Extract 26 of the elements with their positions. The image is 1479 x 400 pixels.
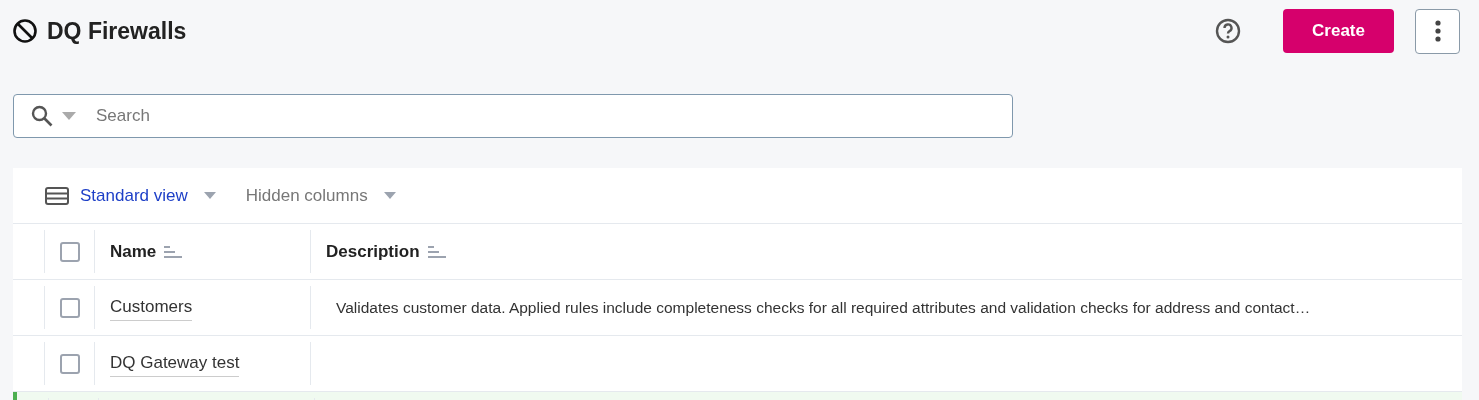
caret-icon[interactable] bbox=[62, 112, 76, 120]
create-button[interactable]: Create bbox=[1283, 9, 1394, 53]
search-field[interactable]: Search bbox=[13, 94, 1013, 138]
sort-icon[interactable] bbox=[427, 244, 446, 259]
caret-icon[interactable] bbox=[383, 192, 396, 199]
hidden-columns-menu[interactable]: Hidden columns bbox=[245, 182, 368, 209]
help-icon[interactable] bbox=[1215, 18, 1241, 44]
column-header[interactable]: Name bbox=[110, 238, 157, 265]
row-name-link[interactable]: Customers bbox=[110, 294, 193, 321]
checkbox[interactable] bbox=[59, 241, 80, 262]
row-name-link[interactable]: DQ Gateway test bbox=[110, 350, 240, 377]
table-cell-text: Validates customer data. Applied rules include completeness checks for all required attributes and validation checks for address and contact… bbox=[335, 297, 1311, 318]
column-header[interactable]: Description bbox=[326, 238, 420, 265]
more-button[interactable] bbox=[1415, 8, 1460, 54]
prohibited-icon bbox=[12, 18, 38, 44]
table-row[interactable]: Customers Validates customer data. Applied rules include completeness checks for all required attributes and validation checks for address and contact… bbox=[13, 280, 1462, 336]
search-icon[interactable] bbox=[30, 104, 54, 128]
checkbox[interactable] bbox=[59, 297, 80, 318]
search-input[interactable]: Search bbox=[96, 103, 1012, 129]
more-icon bbox=[1434, 20, 1441, 42]
list-view-icon[interactable] bbox=[45, 186, 69, 205]
view-selector[interactable]: Standard view bbox=[80, 182, 188, 209]
page-title: DQ Firewalls bbox=[47, 16, 187, 46]
sort-icon[interactable] bbox=[164, 244, 183, 259]
checkbox[interactable] bbox=[59, 353, 80, 374]
caret-icon[interactable] bbox=[203, 192, 216, 199]
